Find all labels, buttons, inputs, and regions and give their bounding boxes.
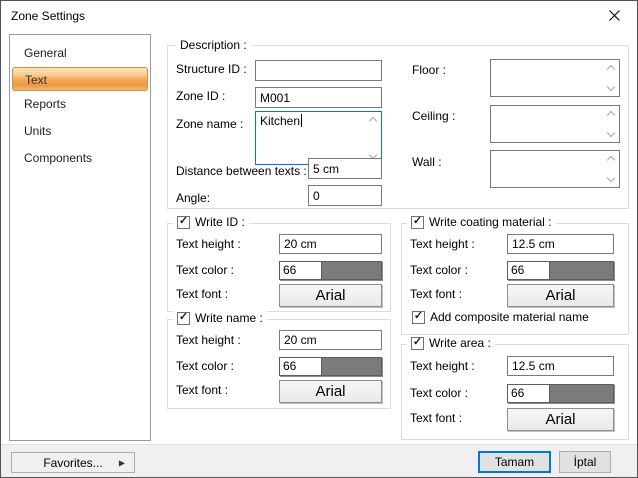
ceiling-label: Ceiling :	[412, 109, 455, 123]
chevron-up-icon[interactable]	[607, 65, 615, 73]
text-height-label: Text height :	[410, 237, 475, 251]
zone-id-label: Zone ID :	[176, 89, 225, 103]
title-bar[interactable]: Zone Settings	[1, 1, 637, 31]
text-font-label: Text font :	[176, 287, 228, 301]
text-color-control[interactable]: 66	[507, 384, 614, 403]
angle-label: Angle:	[176, 191, 210, 205]
text-font-label: Text font :	[410, 287, 462, 301]
floor-textarea[interactable]	[490, 59, 620, 97]
chevron-up-icon[interactable]	[369, 117, 377, 125]
text-color-value: 66	[280, 262, 322, 279]
text-color-label: Text color :	[410, 386, 468, 400]
structure-id-input[interactable]	[255, 60, 382, 81]
text-color-control[interactable]: 66	[279, 261, 382, 280]
text-color-control[interactable]: 66	[507, 261, 614, 280]
cancel-button[interactable]: İptal	[559, 451, 611, 473]
sidebar-item-units[interactable]: Units	[10, 118, 150, 145]
floor-label: Floor :	[412, 63, 446, 77]
color-swatch	[550, 385, 613, 402]
write-name-checkbox[interactable]: ✓	[177, 312, 190, 325]
add-composite-material-label: Add composite material name	[430, 310, 589, 324]
close-icon	[609, 10, 620, 21]
footer-bar: Favorites... ▶ Tamam İptal	[1, 444, 637, 478]
zone-name-textarea[interactable]: Kitchen	[255, 111, 382, 165]
window-title: Zone Settings	[11, 9, 85, 23]
wall-textarea[interactable]	[490, 150, 620, 188]
color-swatch	[322, 262, 381, 279]
favorites-button[interactable]: Favorites... ▶	[11, 452, 135, 473]
write-name-group: ✓ Write name : Text height : Text color …	[167, 319, 391, 409]
text-height-label: Text height :	[176, 333, 241, 347]
write-id-checkbox[interactable]: ✓	[177, 216, 190, 229]
write-area-group: ✓ Write area : Text height : Text color …	[401, 344, 629, 440]
sidebar-item-reports[interactable]: Reports	[10, 91, 150, 118]
text-color-label: Text color :	[410, 263, 468, 277]
checkmark-icon: ✓	[414, 311, 423, 322]
write-name-legend: Write name :	[195, 311, 263, 325]
checkmark-icon: ✓	[179, 216, 188, 227]
write-coating-material-legend: Write coating material :	[429, 215, 552, 229]
text-cursor	[301, 114, 302, 127]
zone-name-label: Zone name :	[176, 117, 243, 131]
text-height-input[interactable]	[507, 356, 614, 376]
text-color-value: 66	[280, 358, 322, 375]
zone-id-input[interactable]	[255, 87, 382, 108]
chevron-down-icon[interactable]	[607, 174, 615, 182]
color-swatch	[322, 358, 381, 375]
write-area-legend: Write area :	[429, 336, 491, 350]
text-color-value: 66	[508, 385, 550, 402]
chevron-down-icon[interactable]	[607, 129, 615, 137]
chevron-up-icon[interactable]	[607, 111, 615, 119]
text-font-button[interactable]: Arial	[279, 380, 382, 403]
text-color-label: Text color :	[176, 359, 234, 373]
favorites-label: Favorites...	[43, 456, 102, 470]
color-swatch	[550, 262, 613, 279]
close-button[interactable]	[592, 1, 637, 30]
text-font-button[interactable]: Arial	[279, 284, 382, 307]
write-coating-material-checkbox[interactable]: ✓	[411, 216, 424, 229]
ceiling-textarea[interactable]	[490, 105, 620, 143]
text-height-label: Text height :	[176, 237, 241, 251]
zone-name-value: Kitchen	[260, 114, 300, 128]
text-font-button[interactable]: Arial	[507, 408, 614, 431]
angle-input[interactable]	[308, 185, 382, 206]
ok-button[interactable]: Tamam	[478, 451, 551, 473]
text-height-label: Text height :	[410, 359, 475, 373]
text-color-control[interactable]: 66	[279, 357, 382, 376]
write-id-group: ✓ Write ID : Text height : Text color : …	[167, 223, 391, 312]
checkmark-icon: ✓	[413, 216, 422, 227]
add-composite-material-checkbox[interactable]: ✓	[412, 311, 425, 324]
text-font-label: Text font :	[176, 383, 228, 397]
structure-id-label: Structure ID :	[176, 62, 247, 76]
sidebar-item-text[interactable]: Text	[12, 67, 148, 91]
sidebar: General Text Reports Units Components	[9, 34, 151, 441]
write-area-checkbox[interactable]: ✓	[411, 337, 424, 350]
write-coating-material-group: ✓ Write coating material : Text height :…	[401, 223, 629, 335]
chevron-up-icon[interactable]	[607, 156, 615, 164]
distance-between-texts-label: Distance between texts :	[176, 164, 307, 178]
checkmark-icon: ✓	[179, 312, 188, 323]
write-id-legend: Write ID :	[195, 215, 245, 229]
sidebar-item-components[interactable]: Components	[10, 145, 150, 172]
text-height-input[interactable]	[507, 234, 614, 254]
text-font-button[interactable]: Arial	[507, 284, 614, 307]
zone-settings-dialog: Zone Settings General Text Reports Units…	[0, 0, 638, 478]
text-color-value: 66	[508, 262, 550, 279]
description-group: Description : Structure ID : Zone ID : Z…	[167, 45, 629, 209]
text-font-label: Text font :	[410, 411, 462, 425]
chevron-down-icon[interactable]	[607, 83, 615, 91]
text-color-label: Text color :	[176, 263, 234, 277]
text-height-input[interactable]	[279, 234, 382, 254]
menu-arrow-icon: ▶	[119, 458, 125, 467]
sidebar-item-general[interactable]: General	[10, 40, 150, 67]
distance-between-texts-input[interactable]	[308, 158, 382, 179]
text-height-input[interactable]	[279, 330, 382, 350]
checkmark-icon: ✓	[413, 337, 422, 348]
description-legend: Description :	[176, 38, 251, 52]
wall-label: Wall :	[412, 155, 442, 169]
